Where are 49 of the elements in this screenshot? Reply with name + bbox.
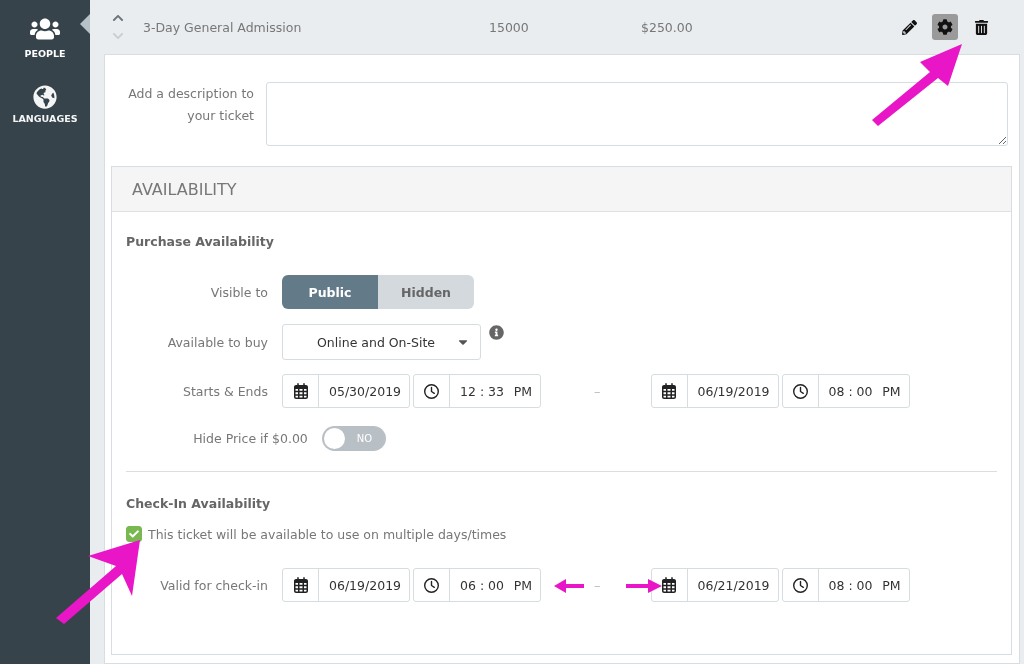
description-field[interactable] xyxy=(266,82,1008,146)
calendar-icon xyxy=(661,383,677,399)
sidebar-item[interactable]: PEOPLE xyxy=(0,2,90,70)
date-field[interactable]: 05/30/2019 xyxy=(282,374,410,408)
time-field[interactable]: 08 : 00 PM xyxy=(781,374,910,408)
globe-icon xyxy=(33,84,57,109)
settings-button[interactable] xyxy=(932,14,958,40)
pencil-icon xyxy=(901,19,917,35)
calendar-icon xyxy=(292,383,309,399)
ticket-quantity: 15000 xyxy=(489,19,530,35)
visibility-option[interactable]: Hidden xyxy=(378,275,474,309)
time-field[interactable]: 12 : 33 PM xyxy=(413,374,541,408)
range-dash: – xyxy=(594,383,601,399)
section-heading: Purchase Availability xyxy=(126,232,274,251)
clock-icon xyxy=(792,383,808,399)
clock-icon xyxy=(424,383,439,399)
field-label: Available to buy xyxy=(166,334,268,350)
section-header: AVAILABILITY xyxy=(112,167,1011,212)
calendar-icon xyxy=(292,577,309,593)
time-field[interactable]: 08 : 00 PM xyxy=(781,568,910,602)
dropdown[interactable]: Online and On-Site xyxy=(282,324,481,360)
checkbox[interactable] xyxy=(126,526,142,542)
sidebar-item[interactable]: LANGUAGES xyxy=(0,70,90,138)
field-label: Visible to xyxy=(209,284,268,300)
move-up-icon[interactable] xyxy=(112,12,124,24)
info-icon[interactable] xyxy=(489,325,504,340)
time-field[interactable]: 06 : 00 PM xyxy=(413,568,541,602)
clock-icon xyxy=(792,577,808,593)
ticket-name: 3-Day General Admission xyxy=(142,19,303,35)
selection-notch xyxy=(80,14,90,34)
pointer-arrow xyxy=(554,579,584,593)
range-dash: – xyxy=(594,577,601,593)
field-label: Add a description to your ticket xyxy=(127,85,254,125)
section-heading: Check-In Availability xyxy=(126,494,271,513)
clock-icon xyxy=(424,577,439,593)
checkbox-label: This ticket will be available to use on multiple days/times xyxy=(148,526,507,542)
price-amount: $0.00 xyxy=(272,430,308,446)
check-icon xyxy=(129,529,139,539)
settings-icon xyxy=(937,19,953,35)
trash-icon xyxy=(973,19,989,35)
visibility-option[interactable]: Public xyxy=(282,275,378,309)
date-field[interactable]: 06/19/2019 xyxy=(282,568,410,602)
field-label: Hide Price if xyxy=(192,430,268,446)
date-field[interactable]: 06/19/2019 xyxy=(650,374,779,408)
field-label: Starts & Ends xyxy=(182,383,268,399)
ticket-price: $250.00 xyxy=(641,19,694,35)
calendar-icon xyxy=(661,577,677,593)
pointer-arrow xyxy=(626,579,662,593)
field-label: Valid for check-in xyxy=(159,577,268,593)
